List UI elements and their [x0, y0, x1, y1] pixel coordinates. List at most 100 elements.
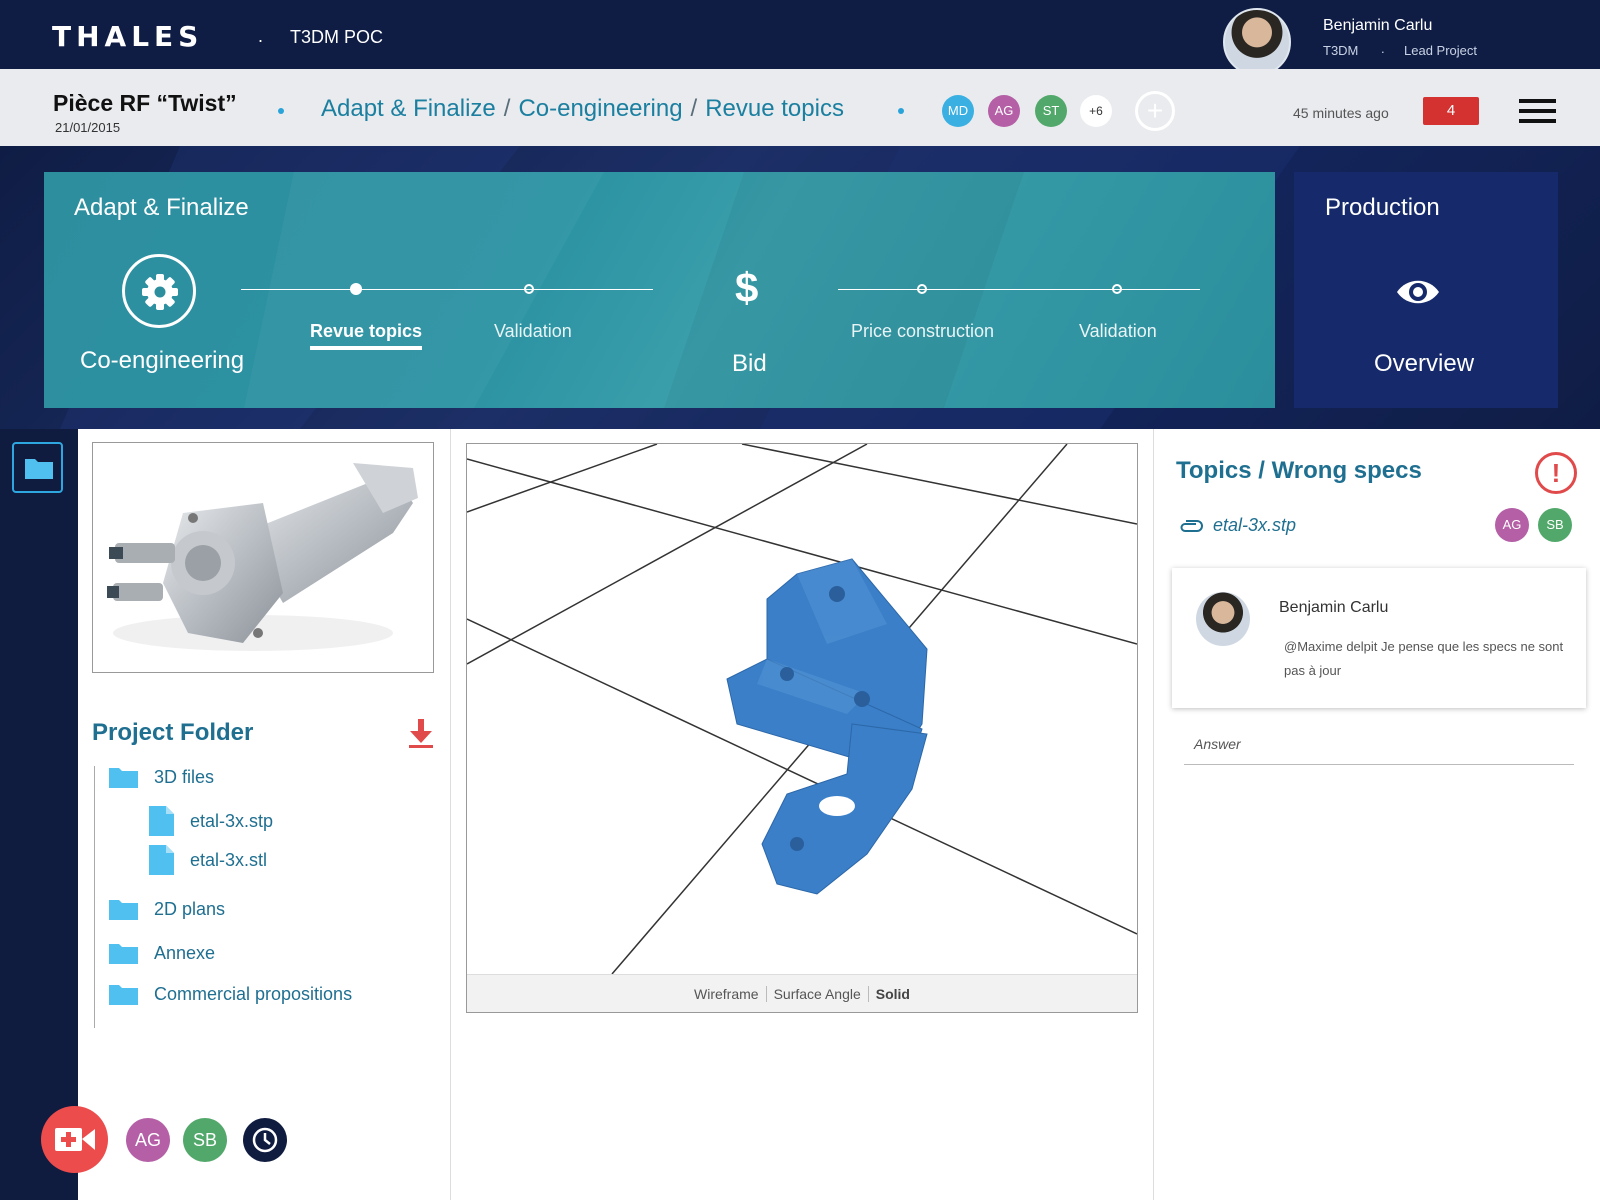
step-bid-validation[interactable]: Validation [1079, 321, 1157, 342]
project-folder-toggle[interactable] [12, 442, 63, 493]
tree-item-label: etal-3x.stp [190, 810, 274, 831]
timeline-dot[interactable] [1112, 284, 1122, 294]
timeline-dot[interactable] [917, 284, 927, 294]
folder-icon [109, 944, 138, 964]
folder-icon [109, 768, 138, 788]
user-org: T3DM [1323, 43, 1359, 58]
folder-icon [25, 459, 53, 479]
mode-solid[interactable]: Solid [869, 986, 917, 1002]
breadcrumb-item-adapt-finalize[interactable]: Adapt & Finalize [321, 95, 496, 122]
online-user-avatar[interactable]: SB [183, 1118, 227, 1162]
download-icon[interactable] [408, 719, 434, 749]
file-icon [149, 806, 174, 836]
part-date: 21/01/2015 [55, 120, 121, 135]
participant-avatar[interactable]: MD [942, 95, 974, 127]
last-update-time: 45 minutes ago [1293, 105, 1389, 121]
step-validation[interactable]: Validation [494, 321, 572, 342]
separator-dot [898, 108, 904, 114]
tree-item-label: 2D plans [154, 898, 226, 919]
tree-item-label: Commercial propositions [154, 983, 353, 1004]
part-thumbnail[interactable] [92, 442, 434, 673]
co-engineering-label: Co-engineering [80, 347, 245, 374]
topic-title: Topics / Wrong specs [1176, 457, 1422, 484]
tree-item-label: 3D files [154, 766, 215, 787]
video-camera-icon [55, 1128, 95, 1151]
eye-icon [1397, 280, 1439, 304]
page-title: Pièce RF “Twist” [53, 90, 237, 116]
topic-participant-avatar[interactable]: AG [1495, 508, 1529, 542]
breadcrumb-item-co-engineering[interactable]: Co-engineering [518, 95, 682, 122]
process-band: Adapt & Finalize Co-engineering Revue to… [0, 146, 1600, 429]
top-bar: THALES . T3DM POC Benjamin Carlu T3DM . … [0, 0, 1600, 76]
comment-text: @Maxime delpit Je pense que les specs ne… [1284, 639, 1564, 678]
user-separator: . [1381, 41, 1385, 56]
menu-icon[interactable] [1519, 99, 1556, 123]
left-panel: Project Folder 3D files etal-3x.stp etal… [78, 429, 451, 1200]
stage-title: Adapt & Finalize [74, 194, 249, 221]
tree-folder-3d-files[interactable]: 3D files [109, 766, 214, 788]
breadcrumb-separator: / [503, 95, 511, 122]
answer-field[interactable]: Answer [1184, 736, 1574, 765]
attachment-link[interactable]: etal-3x.stp [1179, 515, 1296, 536]
answer-placeholder: Answer [1194, 736, 1241, 752]
breadcrumb-bar: Pièce RF “Twist” 21/01/2015 Adapt & Fina… [0, 69, 1600, 146]
breadcrumb: Adapt & Finalize / Co-engineering / Revue to… [321, 95, 852, 123]
overview-label: Overview [1374, 350, 1475, 377]
timeline-line [241, 289, 653, 290]
folder-icon [109, 985, 138, 1005]
workspace: Project Folder 3D files etal-3x.stp etal… [0, 429, 1600, 1200]
step-revue-topics[interactable]: Revue topics [310, 321, 423, 350]
user-avatar[interactable] [1223, 8, 1291, 76]
tree-item-label: etal-3x.stl [190, 849, 268, 870]
tree-folder-commercial[interactable]: Commercial propositions [109, 983, 352, 1005]
history-button[interactable] [243, 1118, 287, 1162]
brand-separator: . [258, 26, 264, 46]
dollar-icon[interactable]: $ [735, 264, 758, 312]
breadcrumb-item-revue-topics[interactable]: Revue topics [705, 95, 844, 122]
gear-icon [142, 274, 178, 310]
tree-item-label: Annexe [154, 942, 216, 963]
app-name: T3DM POC [290, 27, 384, 47]
stage-panel-production[interactable]: Production Overview [1294, 172, 1558, 408]
paperclip-icon [1180, 519, 1203, 532]
add-participant-button[interactable]: + [1135, 91, 1175, 131]
more-participants-badge[interactable]: +6 [1080, 95, 1112, 127]
brand-logo[interactable]: THALES [52, 20, 203, 53]
participant-avatar[interactable]: ST [1035, 95, 1067, 127]
viewer-panel: Wireframe Surface Angle Solid [451, 429, 1154, 1200]
comment-author-avatar[interactable] [1196, 592, 1250, 646]
step-price-construction[interactable]: Price construction [851, 321, 994, 342]
topic-participant-avatar[interactable]: SB [1538, 508, 1572, 542]
timeline-dot[interactable] [524, 284, 534, 294]
folder-icon [109, 900, 138, 920]
comment-card: Benjamin Carlu @Maxime delpit Je pense q… [1172, 568, 1586, 708]
video-call-button[interactable] [41, 1106, 108, 1173]
notification-badge[interactable]: 4 [1423, 97, 1479, 125]
mode-wireframe[interactable]: Wireframe [687, 986, 767, 1002]
production-title: Production [1325, 194, 1440, 221]
render-mode-bar: Wireframe Surface Angle Solid [467, 974, 1137, 1012]
tree-folder-2d-plans[interactable]: 2D plans [109, 898, 225, 920]
3d-model-canvas[interactable] [467, 444, 1137, 975]
mode-surface-angle[interactable]: Surface Angle [766, 986, 869, 1002]
breadcrumb-separator: / [690, 95, 698, 122]
tree-file-stl[interactable]: etal-3x.stl [149, 845, 267, 875]
user-role: Lead Project [1404, 43, 1477, 58]
user-name: Benjamin Carlu [1323, 17, 1433, 34]
tree-file-stp[interactable]: etal-3x.stp [149, 806, 273, 836]
stage-panel-adapt-finalize: Adapt & Finalize Co-engineering Revue to… [44, 172, 1275, 408]
attachment-name: etal-3x.stp [1213, 515, 1297, 535]
topic-panel: Topics / Wrong specs ! etal-3x.stp AG SB… [1154, 429, 1600, 1200]
co-engineering-step[interactable] [122, 254, 196, 328]
alert-icon[interactable]: ! [1535, 452, 1577, 494]
separator-dot [278, 108, 284, 114]
participant-avatar[interactable]: AG [988, 95, 1020, 127]
bid-label: Bid [732, 350, 767, 377]
online-user-avatar[interactable]: AG [126, 1118, 170, 1162]
timeline-dot-current[interactable] [350, 283, 362, 295]
tree-folder-annexe[interactable]: Annexe [109, 942, 215, 964]
file-icon [149, 845, 174, 875]
clock-icon [252, 1127, 278, 1153]
tree-guide [94, 766, 95, 1028]
3d-viewer[interactable]: Wireframe Surface Angle Solid [466, 443, 1138, 1013]
